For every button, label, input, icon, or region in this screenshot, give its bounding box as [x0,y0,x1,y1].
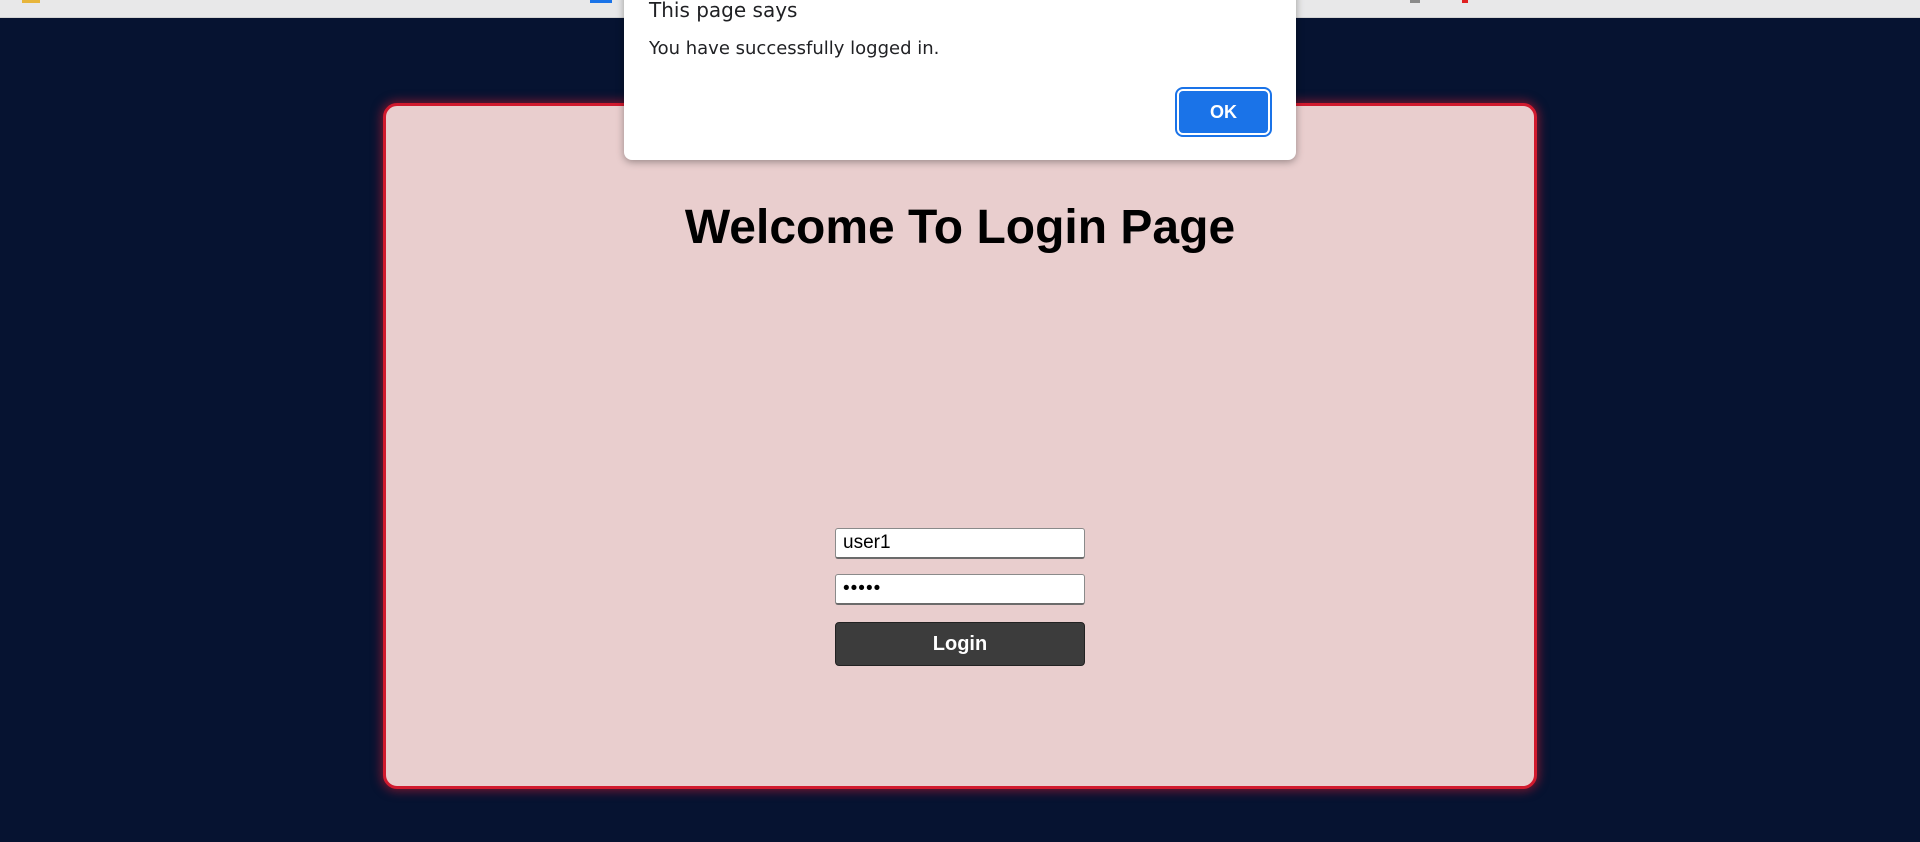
bookmark-icon[interactable] [22,0,40,3]
bookmark-icon[interactable] [1462,0,1468,3]
bookmark-icon[interactable] [1410,0,1420,3]
bookmark-icon[interactable] [590,0,612,3]
alert-title: This page says [649,0,798,22]
ok-button[interactable]: OK [1175,87,1272,137]
alert-message: You have successfully logged in. [649,38,940,59]
password-input[interactable] [835,574,1085,605]
login-card: Welcome To Login Page Login [383,103,1537,789]
alert-dialog: This page says You have successfully log… [624,0,1296,160]
page-title: Welcome To Login Page [684,201,1236,254]
login-button[interactable]: Login [835,622,1085,666]
username-input[interactable] [835,528,1085,559]
